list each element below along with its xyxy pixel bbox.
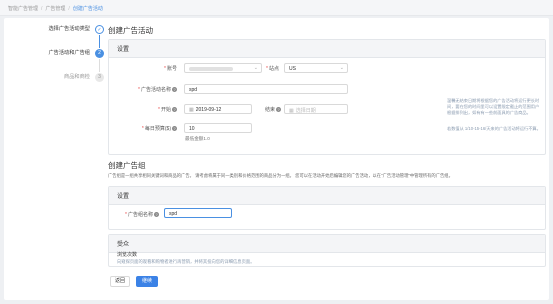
- step-navigator: 选择广告活动类型 ✓ 广告活动和广告组 2 商品和商检 3: [8, 24, 104, 96]
- audience-panel: 受众 浏览次数 向窥探页面的观看和购物者进行再营销，并将其投向您的详细信息页面。: [108, 234, 546, 267]
- start-date-label: *开始?: [158, 107, 177, 113]
- campaign-settings-panel: 设置 *账号 ⌄ *站点 US ⌄ *广告活动名称? spd *开始? ▦ 2019…: [108, 39, 546, 155]
- masked-value: [189, 66, 233, 71]
- adgroup-description: 广告组是一组共享相同关键词和商品的广告。 请考虑将属于同一类别和价格范围的商品分…: [108, 173, 453, 178]
- question-circle-icon[interactable]: ?: [154, 212, 159, 218]
- panel-title: 设置: [109, 40, 545, 58]
- calendar-icon: ▦: [189, 107, 194, 113]
- budget-hint: 最低金额1.0: [185, 136, 210, 141]
- step-label: 选择广告活动类型: [48, 26, 90, 32]
- adgroup-name-label: *广告组名称?: [125, 212, 159, 218]
- account-select[interactable]: ⌄: [184, 63, 262, 73]
- check-icon: ✓: [95, 25, 104, 34]
- continue-button[interactable]: 继续: [136, 276, 158, 287]
- breadcrumb-separator: /: [68, 6, 70, 12]
- step-campaign-adgroup[interactable]: 广告活动和广告组 2: [8, 48, 104, 72]
- question-circle-icon[interactable]: ?: [276, 107, 281, 113]
- start-date-input[interactable]: ▦ 2019-09-12: [184, 104, 252, 114]
- step-connector: [99, 35, 100, 48]
- step-select-type[interactable]: 选择广告活动类型 ✓: [8, 24, 104, 48]
- breadcrumb: 智能广告管理 / 广告管理 / 创建广告活动: [0, 0, 553, 16]
- page-title: 创建广告活动: [108, 26, 153, 35]
- site-label: *站点: [266, 66, 279, 72]
- step-label: 广告活动和广告组: [48, 50, 90, 56]
- adgroup-name-input[interactable]: spd: [164, 208, 232, 218]
- campaign-name-input[interactable]: spd: [184, 84, 348, 94]
- panel-title: 设置: [109, 187, 545, 205]
- end-date-input[interactable]: ▦ 选择日期: [284, 104, 348, 114]
- question-circle-icon[interactable]: ?: [172, 126, 177, 132]
- main-form: 创建广告活动 设置 *账号 ⌄ *站点 US ⌄ *广告活动名称? spd *开始…: [108, 25, 548, 287]
- step-number: 2: [95, 49, 104, 58]
- back-button[interactable]: 返回: [110, 276, 130, 287]
- site-select[interactable]: US ⌄: [284, 63, 348, 73]
- step-label: 商品和商检: [64, 74, 90, 80]
- step-products[interactable]: 商品和商检 3: [8, 72, 104, 96]
- question-circle-icon[interactable]: ?: [172, 87, 177, 93]
- daily-budget-label: *每日预算($)?: [141, 126, 177, 132]
- step-connector: [99, 59, 100, 72]
- budget-note: 若数值从 1/10-15-16/天来的广告活动将运行不算。: [447, 126, 541, 131]
- daily-budget-input[interactable]: 10: [184, 123, 252, 133]
- breadcrumb-separator: /: [41, 6, 43, 12]
- audience-subtitle: 浏览次数: [117, 252, 138, 258]
- campaign-name-label: *广告活动名称?: [138, 87, 177, 93]
- audience-description: 向窥探页面的观看和购物者进行再营销，并将其投向您的详细信息页面。: [117, 259, 255, 264]
- question-circle-icon[interactable]: ?: [172, 107, 177, 113]
- breadcrumb-item-ads-root[interactable]: 智能广告管理: [8, 6, 38, 12]
- calendar-icon: ▦: [289, 108, 294, 114]
- account-label: *账号: [164, 66, 177, 72]
- breadcrumb-item-ads-manage[interactable]: 广告管理: [45, 6, 65, 12]
- end-date-note: 温馨无结束日期将根据您的广告活动将运行更长时间，要在您的时间里可以设置限定截止的…: [447, 98, 540, 115]
- step-number: 3: [95, 73, 104, 82]
- chevron-down-icon: ⌄: [253, 65, 258, 71]
- end-date-label: 结束?: [264, 107, 281, 113]
- adgroup-settings-panel: 设置 *广告组名称? spd: [108, 186, 546, 230]
- panel-title: 受众: [109, 235, 545, 253]
- chevron-down-icon: ⌄: [339, 65, 344, 71]
- breadcrumb-item-current: 创建广告活动: [72, 6, 103, 12]
- adgroup-title: 创建广告组: [108, 161, 146, 170]
